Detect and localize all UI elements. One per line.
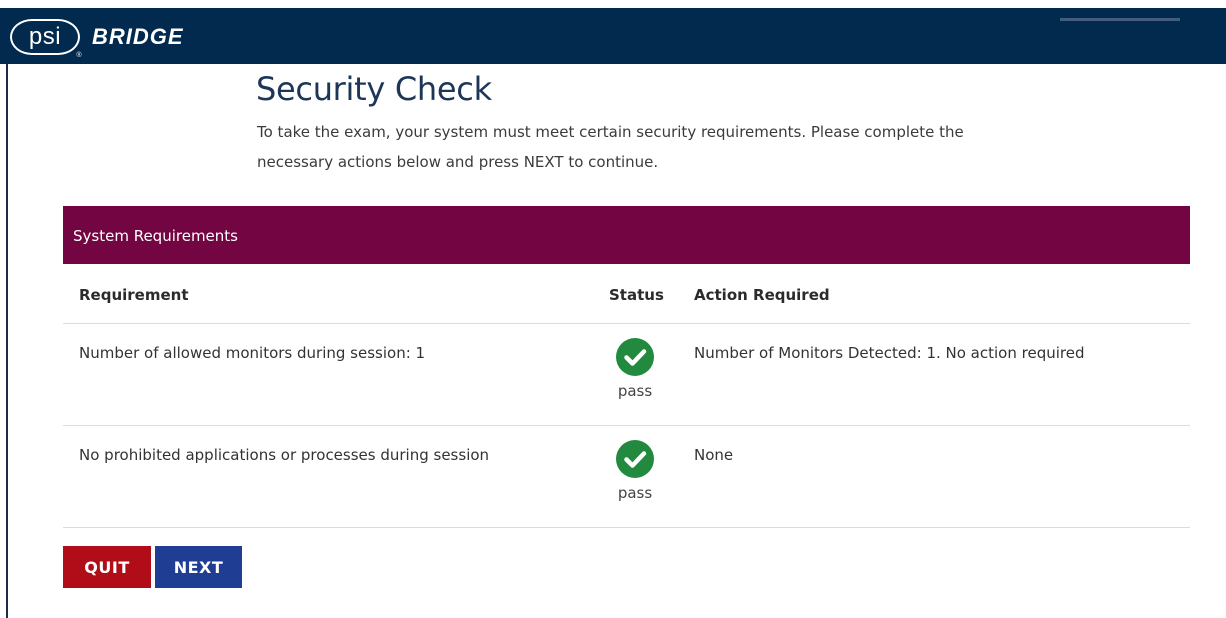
check-circle-icon	[616, 440, 654, 478]
table-header-row: Requirement Status Action Required	[63, 264, 1190, 324]
psi-logo: psi ®	[10, 19, 82, 59]
quit-button[interactable]: QUIT	[63, 546, 151, 588]
intro-line-2: necessary actions below and press NEXT t…	[257, 153, 659, 171]
app-window: psi ® BRIDGE Security Check To take the …	[0, 0, 1226, 618]
window-left-border	[6, 64, 8, 618]
status-cell: pass	[601, 338, 669, 400]
next-button[interactable]: NEXT	[155, 546, 242, 588]
topbar-highlight	[1060, 18, 1180, 21]
intro-line-1: To take the exam, your system must meet …	[257, 123, 964, 141]
status-label: pass	[617, 382, 653, 400]
psi-bridge-logo: psi ® BRIDGE	[10, 19, 184, 59]
column-header-requirement: Requirement	[79, 286, 189, 304]
status-label: pass	[617, 484, 653, 502]
requirement-cell: Number of allowed monitors during sessio…	[79, 344, 426, 362]
bridge-logo-text: BRIDGE	[92, 24, 184, 49]
column-header-status: Status	[609, 286, 664, 304]
intro-text: To take the exam, your system must meet …	[257, 117, 1017, 177]
action-cell: Number of Monitors Detected: 1. No actio…	[694, 344, 1085, 362]
requirement-cell: No prohibited applications or processes …	[79, 446, 490, 464]
system-requirements-header: System Requirements	[63, 206, 1190, 264]
check-circle-icon	[616, 338, 654, 376]
registered-mark: ®	[76, 52, 82, 59]
status-cell: pass	[601, 440, 669, 502]
action-cell: None	[694, 446, 734, 464]
column-header-action: Action Required	[694, 286, 830, 304]
table-row: No prohibited applications or processes …	[63, 426, 1190, 528]
requirements-table: Requirement Status Action Required Numbe…	[63, 264, 1190, 528]
table-row: Number of allowed monitors during sessio…	[63, 324, 1190, 426]
psi-logo-text: psi	[28, 23, 62, 50]
page-title: Security Check	[256, 70, 492, 108]
